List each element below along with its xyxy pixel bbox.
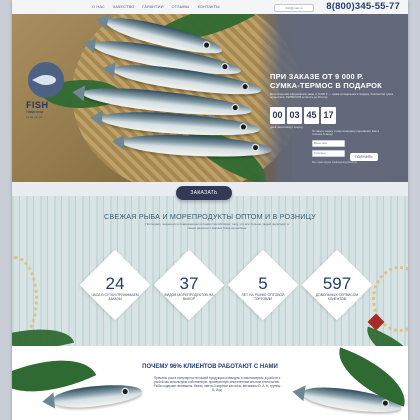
nav-item-reviews[interactable]: ОТЗЫВЫ — [172, 3, 190, 11]
stat-number: 597 — [322, 274, 352, 293]
offer-block: ПРИ ЗАКАЗЕ ОТ 9 000 Р. СУМКА-ТЕРМОС В ПО… — [270, 72, 396, 129]
offer-title-line2: СУМКА-ТЕРМОС В ПОДАРОК — [270, 81, 382, 90]
stat-years: 5 лет на рынке оптовой торговли — [233, 274, 293, 301]
stat-label: часа в сутки принимаем заказы — [91, 293, 139, 302]
why-us-text: Причины роста популярности нашей продукц… — [153, 376, 281, 392]
submit-button[interactable]: ПОЛУЧИТЬ — [350, 153, 378, 161]
countdown-timer: 00 03 45 17 — [270, 106, 396, 124]
header-email[interactable]: fish@mail.ru — [274, 4, 314, 12]
offer-title-line1: ПРИ ЗАКАЗЕ ОТ 9 000 Р. — [270, 72, 364, 81]
stats-section: СВЕЖАЯ РЫБА И МОРЕПРОДУКТЫ ОПТОМ И В РОЗ… — [12, 196, 408, 370]
nav-item-guarantees[interactable]: ГАРАНТИИ — [142, 3, 163, 11]
nav-item-quality[interactable]: КАЧЕСТВО — [113, 3, 134, 11]
stat-label: видов морепродуктов на выбор — [164, 293, 214, 302]
stat-number: 37 — [179, 274, 199, 293]
fish-logo-icon — [28, 62, 64, 98]
hero-section: FISH Навигатор рыба оптом ПРИ ЗАКАЗЕ ОТ … — [12, 14, 408, 182]
phone-field[interactable]: Телефон — [312, 149, 345, 157]
section-title: СВЕЖАЯ РЫБА И МОРЕПРОДУКТЫ ОПТОМ И В РОЗ… — [104, 212, 316, 221]
header-phone[interactable]: 8(800)345-55-77 — [326, 1, 400, 13]
logo[interactable]: FISH Навигатор рыба оптом — [26, 62, 66, 119]
stat-orders: 24 часа в сутки принимаем заказы — [85, 274, 145, 301]
stat-label: довольных сервисом клиентов — [315, 293, 359, 302]
landing-page: О НАС КАЧЕСТВО ГАРАНТИИ ОТЗЫВЫ КОНТАКТЫ … — [12, 0, 408, 420]
section-subtitle: Последние тенденции в современном питани… — [145, 222, 289, 230]
form-hint: Мы гарантируем конфиденциальность — [312, 160, 357, 164]
stat-products: 37 видов морепродуктов на выбор — [159, 274, 219, 301]
form-note: Оставьте заявку и наш менеджер перезвони… — [312, 129, 380, 137]
stat-clients: 597 довольных сервисом клиентов — [307, 274, 367, 301]
nav-item-contacts[interactable]: КОНТАКТЫ — [198, 3, 220, 11]
timer-seconds: 17 — [321, 106, 336, 124]
timer-minutes: 45 — [304, 106, 319, 124]
timer-hours: 03 — [287, 106, 302, 124]
top-bar: О НАС КАЧЕСТВО ГАРАНТИИ ОТЗЫВЫ КОНТАКТЫ … — [12, 0, 408, 15]
stat-number: 5 — [258, 274, 268, 293]
callback-form: Оставьте заявку и наш менеджер перезвони… — [312, 129, 382, 164]
name-field[interactable]: Ваше имя — [312, 139, 345, 147]
nav-item-about[interactable]: О НАС — [92, 3, 105, 11]
top-nav: О НАС КАЧЕСТВО ГАРАНТИИ ОТЗЫВЫ КОНТАКТЫ — [92, 3, 220, 11]
why-us-title: ПОЧЕМУ 96% КЛИЕНТОВ РАБОТАЮТ С НАМИ — [142, 364, 278, 370]
logo-tagline: рыба оптом — [26, 115, 43, 119]
timer-days: 00 — [270, 106, 285, 124]
stat-label: лет на рынке оптовой торговли — [241, 293, 285, 302]
why-us-section: ПОЧЕМУ 96% КЛИЕНТОВ РАБОТАЮТ С НАМИ Прич… — [12, 338, 408, 420]
logo-title: FISH — [26, 100, 49, 110]
offer-text: Всем клиентам оформившим заказ от 9 000 … — [270, 93, 393, 100]
order-button[interactable]: ЗАКАЗАТЬ — [176, 186, 232, 200]
stat-number: 24 — [105, 274, 125, 293]
